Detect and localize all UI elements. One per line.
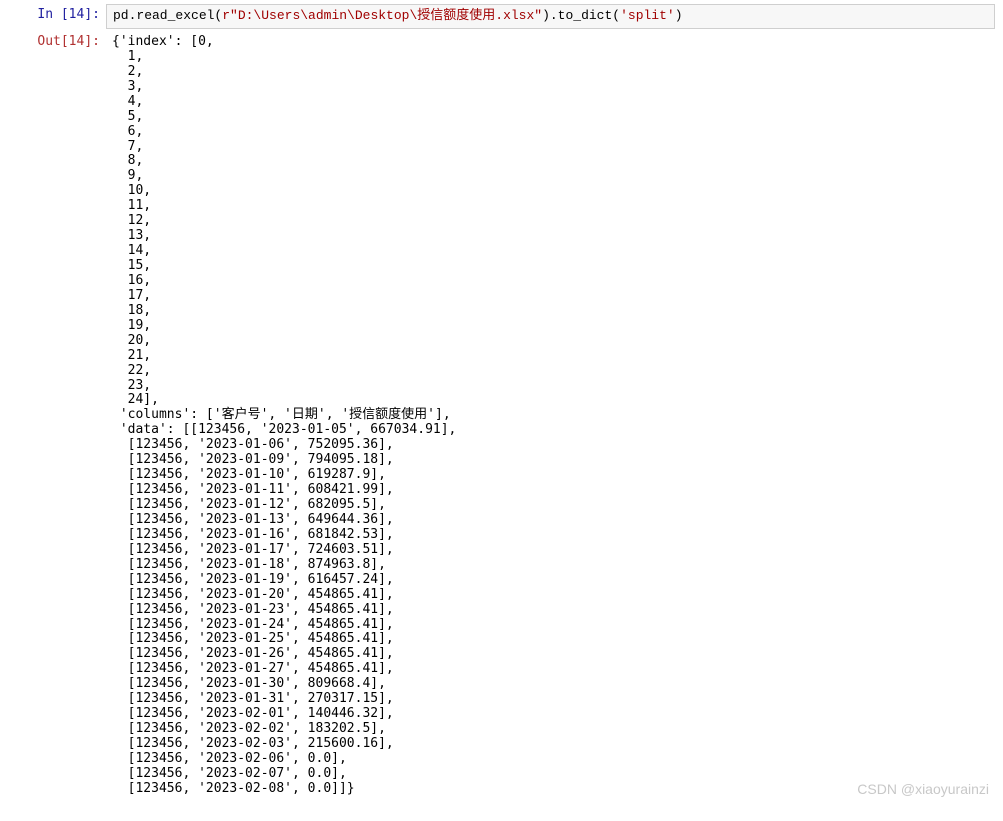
output-text: {'index': [0, 1, 2, 3, 4, 5, 6, 7, 8, 9,…	[106, 31, 995, 801]
input-cell: In [14]: pd.read_excel(r"D:\Users\admin\…	[8, 4, 995, 29]
output-cell: Out[14]: {'index': [0, 1, 2, 3, 4, 5, 6,…	[8, 31, 995, 801]
code-mid: ).to_dict(	[542, 8, 620, 23]
in-prompt: In [14]:	[8, 4, 106, 23]
code-raw-prefix: r	[222, 8, 230, 23]
code-arg: 'split'	[620, 8, 675, 23]
code-suffix: )	[675, 8, 683, 23]
out-prompt: Out[14]:	[8, 31, 106, 50]
code-input[interactable]: pd.read_excel(r"D:\Users\admin\Desktop\授…	[106, 4, 995, 29]
code-prefix: pd.read_excel(	[113, 8, 222, 23]
code-path: "D:\Users\admin\Desktop\授信额度使用.xlsx"	[230, 8, 542, 23]
